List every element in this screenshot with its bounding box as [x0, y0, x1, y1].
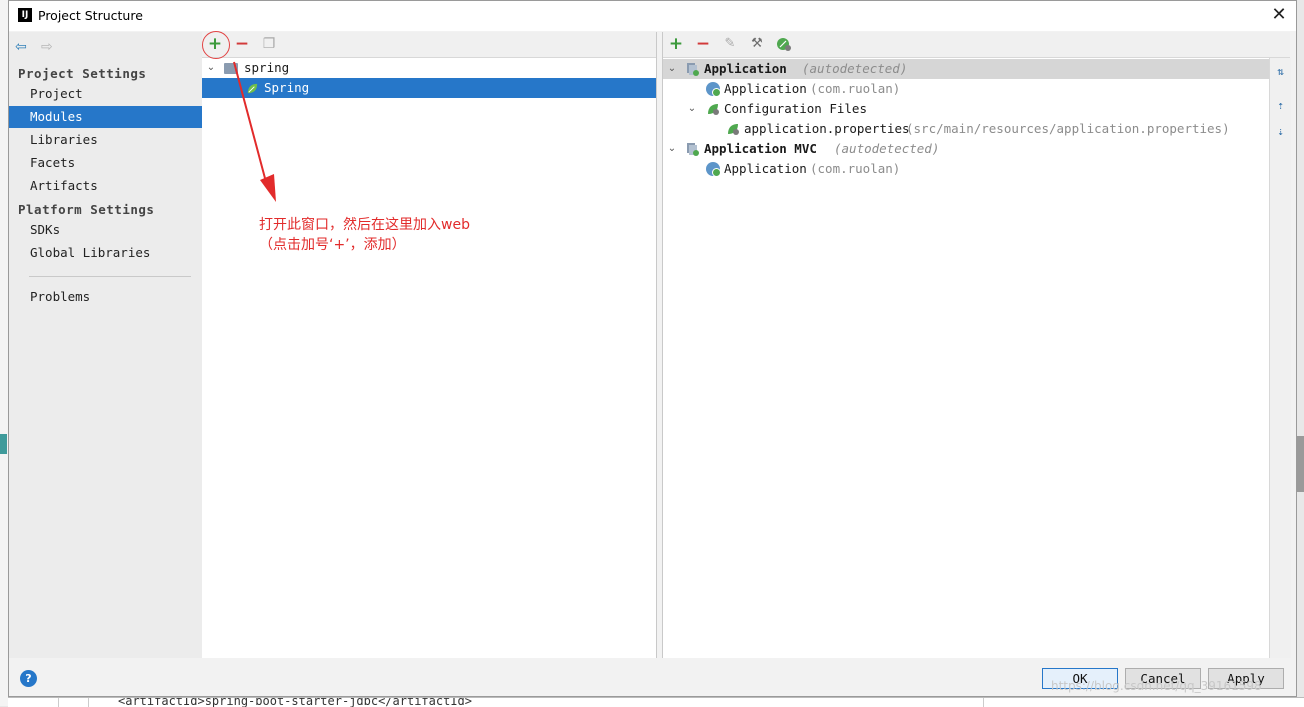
- context-child-label: Application: [724, 81, 807, 96]
- config-files-row[interactable]: ⌄ Configuration Files: [663, 99, 1269, 119]
- sort-alpha-icon[interactable]: ⇅: [1273, 64, 1288, 79]
- spring-refresh-icon[interactable]: [776, 36, 792, 52]
- spring-boot-app-icon: [706, 162, 721, 177]
- chevron-down-icon[interactable]: ⌄: [666, 59, 678, 79]
- sidebar-item-libraries[interactable]: Libraries: [9, 129, 202, 151]
- spring-boot-app-icon: [706, 82, 721, 97]
- close-button[interactable]: ✕: [1270, 6, 1288, 24]
- add-icon[interactable]: +: [206, 35, 224, 53]
- collapse-all-icon[interactable]: ⇣: [1273, 124, 1288, 139]
- facet-toolbar: + − ✎ ⚒: [663, 32, 1290, 58]
- tree-row-spring-facet[interactable]: Spring: [202, 78, 656, 98]
- title-bar: IJ Project Structure ✕: [9, 1, 1296, 31]
- sidebar-item-facets[interactable]: Facets: [9, 152, 202, 174]
- context-child-note: (com.ruolan): [810, 81, 901, 96]
- intellij-logo-icon: IJ: [18, 8, 32, 22]
- modules-tree-panel: + − ❐ ⌄ spring Spring 打开此窗口，然后在这里加入web （…: [202, 31, 657, 658]
- properties-file-icon: [728, 124, 739, 135]
- context-stack-icon: [687, 143, 699, 156]
- remove-icon[interactable]: −: [233, 35, 251, 53]
- context-child-note: (com.ruolan): [810, 161, 901, 176]
- add-context-icon[interactable]: +: [667, 35, 685, 53]
- help-button[interactable]: ?: [20, 670, 37, 687]
- expand-all-icon[interactable]: ⇡: [1273, 98, 1288, 113]
- context-label: Application: [704, 61, 787, 76]
- module-folder-icon: [224, 63, 238, 74]
- back-arrow-icon[interactable]: ⇦: [15, 39, 27, 55]
- settings-sidebar: ⇦ ⇨ Project Settings Project Modules Lib…: [9, 32, 203, 658]
- forward-arrow-icon[interactable]: ⇨: [41, 39, 53, 55]
- tree-row-module[interactable]: ⌄ spring: [202, 58, 656, 78]
- chevron-down-icon[interactable]: ⌄: [686, 99, 698, 119]
- config-files-label: Configuration Files: [724, 101, 867, 116]
- annotation-arrow: [233, 61, 276, 202]
- annotation-line-2: （点击加号‘+’，添加）: [259, 237, 406, 253]
- remove-context-icon[interactable]: −: [694, 35, 712, 53]
- context-row-application[interactable]: ⌄ Application (autodetected): [663, 59, 1269, 79]
- section-header-platform-settings: Platform Settings: [18, 202, 155, 217]
- sidebar-divider: [29, 276, 191, 277]
- config-files-icon: [708, 104, 719, 115]
- chevron-down-icon[interactable]: ⌄: [666, 139, 678, 159]
- modules-toolbar: + − ❐: [202, 31, 656, 59]
- spring-facet-panel: + − ✎ ⚒ ⌄ Application (autodetected) App…: [662, 32, 1291, 658]
- config-file-path: (src/main/resources/application.properti…: [906, 121, 1230, 136]
- edit-pencil-icon[interactable]: ✎: [721, 35, 739, 53]
- ide-scrollbar: [1297, 436, 1304, 492]
- chevron-down-icon[interactable]: ⌄: [205, 58, 217, 78]
- sidebar-item-problems[interactable]: Problems: [9, 286, 202, 308]
- context-child-application[interactable]: Application (com.ruolan): [663, 79, 1269, 99]
- context-label: Application MVC: [704, 141, 817, 156]
- config-file-label: application.properties: [744, 121, 910, 136]
- context-note: (autodetected): [802, 61, 908, 76]
- facet-side-toolbar: ⇅ ⇡ ⇣: [1269, 58, 1291, 658]
- sidebar-item-artifacts[interactable]: Artifacts: [9, 175, 202, 197]
- context-child-application[interactable]: Application (com.ruolan): [663, 159, 1269, 179]
- sidebar-item-global-libraries[interactable]: Global Libraries: [9, 242, 202, 264]
- config-file-row[interactable]: application.properties (src/main/resourc…: [663, 119, 1269, 139]
- module-label: spring: [244, 60, 290, 75]
- sidebar-item-project[interactable]: Project: [9, 83, 202, 105]
- context-row-application-mvc[interactable]: ⌄ Application MVC (autodetected): [663, 139, 1269, 159]
- context-stack-icon: [687, 63, 699, 76]
- spring-facet-label: Spring: [264, 80, 310, 95]
- ide-gutter-marker: [0, 434, 7, 454]
- annotation-line-1: 打开此窗口，然后在这里加入web: [259, 217, 470, 233]
- window-title: Project Structure: [38, 8, 143, 23]
- copy-icon[interactable]: ❐: [260, 35, 278, 53]
- watermark-text: https://blog.csdn.net/qq_39161598: [1051, 679, 1262, 693]
- sidebar-item-modules[interactable]: Modules: [9, 106, 202, 128]
- context-child-label: Application: [724, 161, 807, 176]
- context-note: (autodetected): [834, 141, 940, 156]
- sidebar-item-sdks[interactable]: SDKs: [9, 219, 202, 241]
- spring-leaf-icon: [247, 83, 258, 94]
- section-header-project-settings: Project Settings: [18, 66, 147, 81]
- tools-icon[interactable]: ⚒: [748, 35, 766, 53]
- annotation-text: 打开此窗口，然后在这里加入web （点击加号‘+’，添加）: [259, 215, 470, 255]
- project-structure-dialog: IJ Project Structure ✕ ⇦ ⇨ Project Setti…: [8, 0, 1297, 697]
